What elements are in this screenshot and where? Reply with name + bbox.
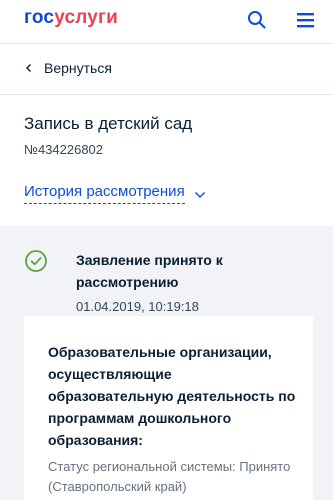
- divider: [0, 94, 333, 95]
- card-title: Образовательные организации, осуществляю…: [48, 344, 296, 448]
- logo-part-1: гос: [24, 7, 55, 28]
- application-number: №434226802: [24, 142, 104, 157]
- menu-icon[interactable]: [295, 9, 317, 31]
- chevron-down-icon: [194, 192, 205, 198]
- organization-card: Образовательные организации, осуществляю…: [24, 316, 313, 500]
- regional-status-text: Статус региональной системы: Принято (Ст…: [48, 459, 291, 494]
- gosuslugi-logo[interactable]: госуслуги: [24, 6, 118, 30]
- search-icon[interactable]: [246, 9, 268, 31]
- back-label: Вернуться: [44, 60, 112, 76]
- status-date: 01.04.2019, 10:19:18: [76, 299, 199, 314]
- application-title: Запись в детский сад: [24, 114, 193, 133]
- history-toggle[interactable]: История рассмотрения: [24, 182, 206, 204]
- history-link[interactable]: История рассмотрения: [24, 182, 185, 204]
- status-title: Заявление принято к рассмотрению: [76, 252, 223, 290]
- back-link[interactable]: Вернуться: [24, 58, 112, 78]
- chevron-left-icon: [26, 64, 31, 72]
- logo-part-2: услуги: [54, 7, 119, 28]
- top-header: госуслуги: [0, 0, 333, 44]
- check-circle-icon: [24, 249, 48, 273]
